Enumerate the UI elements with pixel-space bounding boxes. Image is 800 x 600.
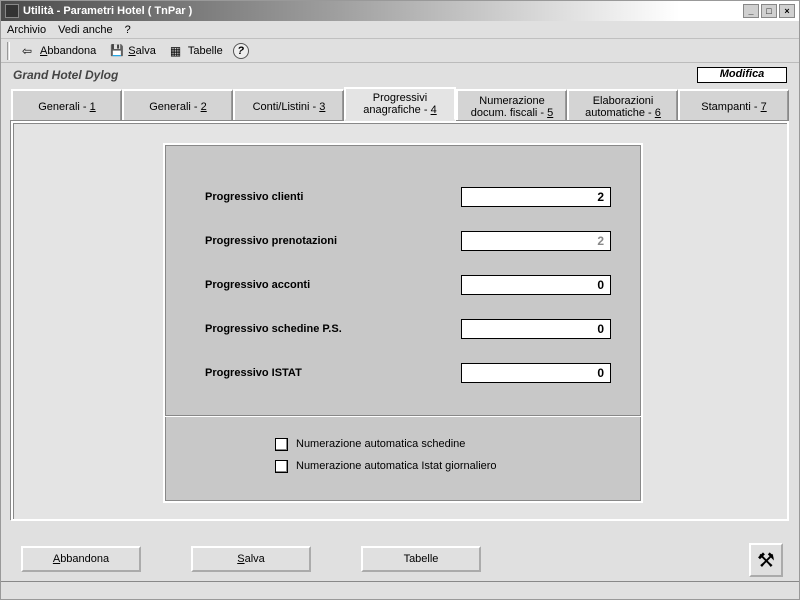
form-card: Progressivo clienti Progressivo prenotaz…: [163, 143, 643, 503]
label-progressivo-istat: Progressivo ISTAT: [205, 367, 461, 379]
minimize-button[interactable]: _: [743, 4, 759, 18]
menu-bar: Archivio Vedi anche ?: [1, 21, 799, 39]
window-title: Utilità - Parametri Hotel ( TnPar ): [23, 5, 743, 17]
input-progressivo-acconti[interactable]: [461, 275, 611, 295]
tabelle-button[interactable]: Tabelle: [361, 546, 481, 572]
salva-button[interactable]: Salva: [191, 546, 311, 572]
input-progressivo-prenotazioni: [461, 231, 611, 251]
menu-archivio[interactable]: Archivio: [7, 24, 46, 36]
system-menu-icon[interactable]: [5, 4, 19, 18]
hotel-name: Grand Hotel Dylog: [13, 68, 697, 82]
mode-indicator: Modifica: [697, 67, 787, 83]
toolbar-tabelle-label: Tabelle: [188, 45, 223, 57]
input-progressivo-clienti[interactable]: [461, 187, 611, 207]
titlebar: Utilità - Parametri Hotel ( TnPar ) _ □ …: [1, 1, 799, 21]
row-progressivo-schedine: Progressivo schedine P.S.: [205, 307, 611, 351]
toolbar-tabelle[interactable]: Tabelle: [166, 42, 227, 60]
tab-panel: Progressivo clienti Progressivo prenotaz…: [11, 121, 789, 521]
toolbar: Abbandona Salva Tabelle ?: [1, 39, 799, 63]
tab-generali-1[interactable]: Generali - 1: [11, 89, 122, 123]
label-progressivo-clienti: Progressivo clienti: [205, 191, 461, 203]
tab-container: Generali - 1 Generali - 2 Conti/Listini …: [11, 87, 789, 521]
toolbar-separator: [7, 42, 10, 60]
check-row-schedine: Numerazione automatica schedine: [275, 433, 641, 455]
checkbox-label-schedine: Numerazione automatica schedine: [296, 438, 465, 450]
window-buttons: _ □ ×: [743, 4, 795, 18]
checkbox-group: Numerazione automatica schedine Numerazi…: [165, 427, 641, 477]
save-icon: [110, 44, 124, 58]
card-divider: [165, 415, 641, 417]
label-progressivo-acconti: Progressivo acconti: [205, 279, 461, 291]
checkbox-numerazione-schedine[interactable]: [275, 438, 288, 451]
row-progressivo-istat: Progressivo ISTAT: [205, 351, 611, 395]
help-icon[interactable]: ?: [233, 43, 249, 59]
tab-numerazione-fiscali[interactable]: Numerazionedocum. fiscali - 5: [456, 89, 567, 123]
row-progressivo-acconti: Progressivo acconti: [205, 263, 611, 307]
check-row-istat: Numerazione automatica Istat giornaliero: [275, 455, 641, 477]
tab-stampanti[interactable]: Stampanti - 7: [678, 89, 789, 123]
checkbox-numerazione-istat[interactable]: [275, 460, 288, 473]
checkbox-label-istat: Numerazione automatica Istat giornaliero: [296, 460, 497, 472]
row-progressivo-clienti: Progressivo clienti: [205, 175, 611, 219]
app-window: Utilità - Parametri Hotel ( TnPar ) _ □ …: [0, 0, 800, 600]
toolbar-salva[interactable]: Salva: [106, 42, 160, 60]
label-progressivo-schedine: Progressivo schedine P.S.: [205, 323, 461, 335]
tab-strip: Generali - 1 Generali - 2 Conti/Listini …: [11, 87, 789, 121]
row-progressivo-prenotazioni: Progressivo prenotazioni: [205, 219, 611, 263]
bottom-button-bar: Abbandona Salva Tabelle: [1, 541, 799, 577]
status-bar: [1, 581, 799, 599]
tools-button[interactable]: [749, 543, 783, 577]
menu-help[interactable]: ?: [125, 24, 131, 36]
abbandona-button[interactable]: Abbandona: [21, 546, 141, 572]
tab-elaborazioni-automatiche[interactable]: Elaborazioniautomatiche - 6: [567, 89, 678, 123]
close-button[interactable]: ×: [779, 4, 795, 18]
form-rows: Progressivo clienti Progressivo prenotaz…: [165, 145, 641, 405]
toolbar-abbandona[interactable]: Abbandona: [18, 42, 100, 60]
tab-generali-2[interactable]: Generali - 2: [122, 89, 233, 123]
tab-progressivi-anagrafiche[interactable]: Progressivianagrafiche - 4: [344, 87, 456, 121]
maximize-button[interactable]: □: [761, 4, 777, 18]
tab-conti-listini[interactable]: Conti/Listini - 3: [233, 89, 344, 123]
label-progressivo-prenotazioni: Progressivo prenotazioni: [205, 235, 461, 247]
menu-vedi-anche[interactable]: Vedi anche: [58, 24, 112, 36]
table-icon: [170, 44, 184, 58]
back-arrow-icon: [22, 44, 36, 58]
input-progressivo-istat[interactable]: [461, 363, 611, 383]
info-row: Grand Hotel Dylog Modifica: [1, 63, 799, 87]
input-progressivo-schedine[interactable]: [461, 319, 611, 339]
